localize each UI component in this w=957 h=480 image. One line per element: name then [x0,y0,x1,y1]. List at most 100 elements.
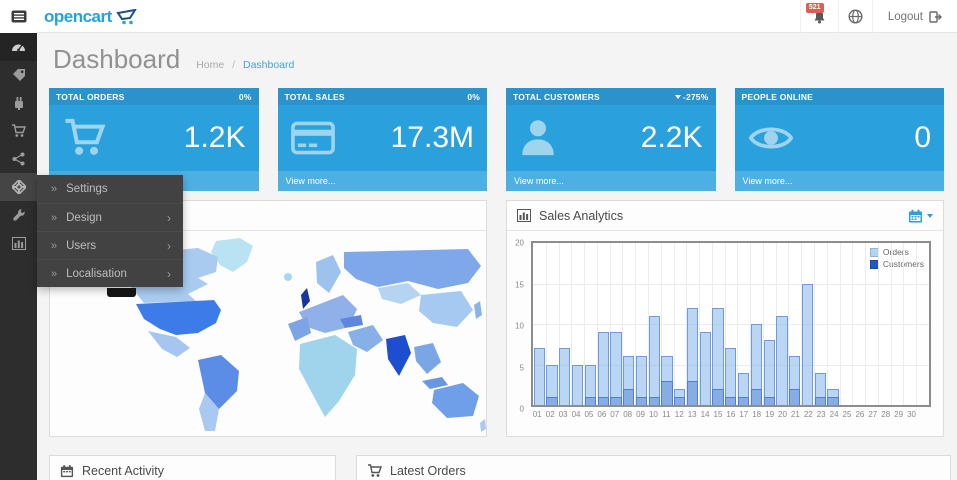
sidebar [0,33,37,480]
customers-bar [649,397,660,405]
latest-orders-panel: Latest Orders [356,455,951,480]
caret-down-icon [675,95,681,99]
orders-bar [572,365,583,406]
sidebar-item-marketing[interactable] [0,145,37,173]
tile-change: 0% [239,92,252,102]
customers-bar [751,389,762,405]
x-tick-label: 13 [688,410,697,419]
x-tick-label: 17 [739,410,748,419]
stores-button[interactable] [838,0,872,33]
chart-plot: OrdersCustomers [531,241,931,407]
x-tick-label: 02 [546,410,555,419]
caret-down-icon [927,214,933,218]
orders-bar [610,332,621,405]
gear-icon [12,180,26,194]
sidebar-item-reports[interactable] [0,229,37,257]
orders-bar [598,332,609,405]
bar-chart-icon [517,209,531,222]
breadcrumb-home[interactable]: Home [196,59,224,71]
view-more-link[interactable]: View more... [735,171,945,191]
customers-bar [712,389,723,405]
notifications-button[interactable]: 521 [800,0,838,33]
submenu-item-label: Localisation [66,268,127,280]
credit-card-icon [291,121,335,155]
tile-value: 2.2K [641,121,703,155]
tile-people-online: PEOPLE ONLINE 0 View more... [735,88,945,191]
cart-icon [11,124,26,138]
sales-analytics-chart: 05101520 OrdersCustomers 010203040506070… [507,231,943,421]
x-tick-label: 08 [623,410,632,419]
x-tick-label: 20 [778,410,787,419]
x-tick-label: 09 [636,410,645,419]
customers-bar [687,381,698,405]
tile-total-customers: TOTAL CUSTOMERS -275% 2.2K View more... [506,88,716,191]
x-tick-label: 26 [855,410,864,419]
customers-bar [827,397,838,405]
legend-label: Orders [883,247,909,257]
menu-toggle-button[interactable] [0,0,37,33]
x-tick-label: 01 [533,410,542,419]
recent-activity-header: Recent Activity [50,456,335,480]
wrench-icon [12,208,25,222]
gauge-icon [11,40,26,54]
x-tick-label: 18 [752,410,761,419]
customers-bar [661,381,672,405]
x-tick-label: 22 [804,410,813,419]
submenu-item-users[interactable]: » Users › [37,231,183,259]
orders-bar [700,332,711,405]
breadcrumb-current[interactable]: Dashboard [243,59,294,71]
view-more-link[interactable]: View more... [506,171,716,191]
breadcrumb-separator: / [232,59,235,71]
view-more-link[interactable]: View more... [278,171,488,191]
system-submenu: » Settings » Design › » Users › » Locali… [37,175,183,287]
x-tick-label: 16 [726,410,735,419]
submenu-item-label: Users [66,240,96,252]
tag-icon [12,68,26,82]
y-tick-label: 10 [515,322,524,331]
brand-logo[interactable]: opencart [44,0,138,33]
sidebar-item-system[interactable] [0,173,37,201]
customers-bar [623,389,634,405]
date-range-button[interactable] [908,209,933,223]
logout-button[interactable]: Logout [872,0,957,33]
x-tick-label: 15 [714,410,723,419]
sidebar-item-sales[interactable] [0,117,37,145]
x-tick-label: 29 [894,410,903,419]
submenu-item-localisation[interactable]: » Localisation › [37,259,183,287]
stat-tiles: TOTAL ORDERS 0% 1.2K View more... TOTAL … [49,88,944,191]
x-tick-label: 07 [610,410,619,419]
sidebar-item-tools[interactable] [0,201,37,229]
chart-y-axis: 05101520 [507,241,527,411]
latest-orders-header: Latest Orders [357,456,950,480]
submenu-item-settings[interactable]: » Settings [37,175,183,203]
x-tick-label: 03 [559,410,568,419]
x-tick-label: 04 [572,410,581,419]
customers-bar [546,397,557,405]
x-tick-label: 11 [662,410,670,419]
customers-bar [725,397,736,405]
sales-analytics-header: Sales Analytics [507,201,943,231]
chart-legend: OrdersCustomers [868,246,926,272]
x-tick-label: 27 [868,410,877,419]
chart-x-axis: 0102030405060708091011121314151617181920… [531,409,931,421]
tile-title: TOTAL SALES [285,92,345,102]
tile-total-sales: TOTAL SALES 0% 17.3M View more... [278,88,488,191]
logout-icon [929,11,942,23]
x-tick-label: 19 [765,410,774,419]
y-tick-label: 15 [515,280,524,289]
x-tick-label: 21 [791,410,800,419]
sidebar-item-dashboard[interactable] [0,33,37,61]
sidebar-item-catalog[interactable] [0,61,37,89]
orders-bar [776,316,787,405]
submenu-tab [107,288,136,297]
orders-bar [764,340,775,405]
x-tick-label: 23 [817,410,826,419]
tile-change: 0% [467,92,480,102]
orders-bar [802,284,813,406]
submenu-item-design[interactable]: » Design › [37,203,183,231]
eye-icon [748,122,794,154]
sidebar-item-extensions[interactable] [0,89,37,117]
cart-icon [62,118,106,158]
y-tick-label: 20 [515,239,524,248]
menu-toggle-icon [11,10,27,23]
